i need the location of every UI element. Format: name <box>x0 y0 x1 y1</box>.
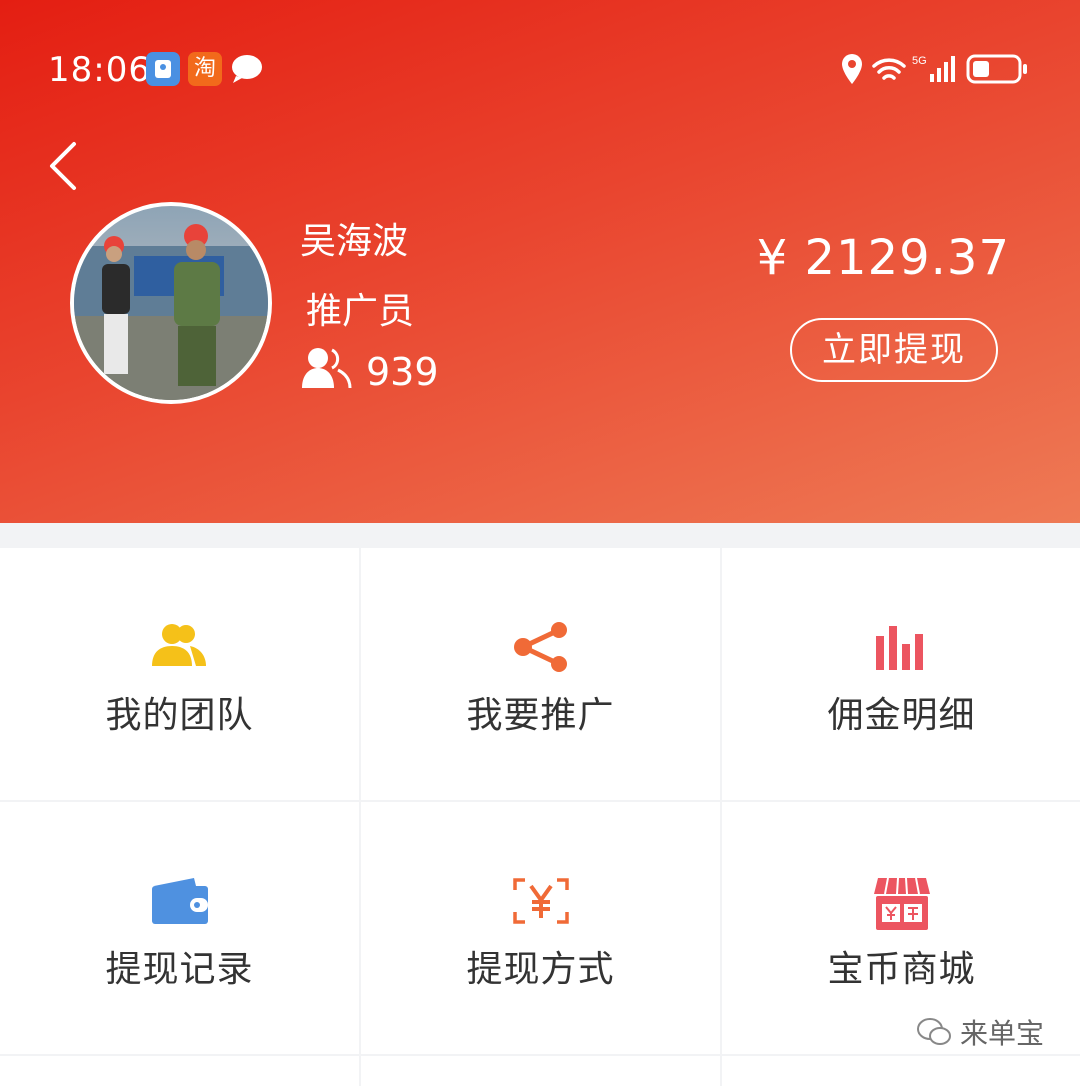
shop-icon <box>873 877 930 930</box>
status-bar: 18:06 淘 5G <box>0 40 1080 100</box>
watermark: 来单宝 <box>916 1012 1044 1052</box>
bar-chart-icon <box>875 626 923 670</box>
network-type-label: 5G <box>912 55 927 67</box>
battery-icon <box>966 54 1027 84</box>
wallet-icon <box>151 878 208 924</box>
menu-grid: 我的团队 我要推广 佣金明细 提现记录 提现方式 宝币商城 <box>0 548 1080 1086</box>
withdraw-now-button[interactable]: 立即提现 <box>790 318 998 382</box>
watermark-text: 来单宝 <box>959 1017 1044 1050</box>
chevron-left-icon <box>50 142 76 190</box>
menu-item-withdraw-records[interactable]: 提现记录 <box>0 802 359 1054</box>
chat-notification-icon <box>230 54 264 88</box>
location-icon <box>842 54 862 84</box>
menu-item-partial <box>361 1056 720 1086</box>
profile-header: 18:06 淘 5G 吴海波 推广员 939 ¥ 2129.37 立即提现 <box>0 0 1080 523</box>
menu-label: 提现方式 <box>466 949 615 990</box>
menu-item-partial <box>722 1056 1080 1086</box>
wifi-icon <box>872 58 906 80</box>
team-members-icon <box>300 344 354 396</box>
menu-label: 我的团队 <box>105 695 254 736</box>
back-button[interactable] <box>46 140 82 196</box>
menu-item-my-team[interactable]: 我的团队 <box>0 548 359 800</box>
balance-amount: ¥ 2129.37 <box>756 230 1010 286</box>
menu-item-commission-detail[interactable]: 佣金明细 <box>722 548 1080 800</box>
menu-item-partial <box>0 1056 359 1086</box>
share-icon <box>513 622 567 672</box>
team-count: 939 <box>366 350 439 394</box>
menu-label: 提现记录 <box>105 949 254 990</box>
status-indicators: 5G <box>840 50 1040 90</box>
user-name: 吴海波 <box>300 221 409 262</box>
menu-label: 宝币商城 <box>827 949 976 990</box>
signal-icon <box>930 56 955 82</box>
user-role: 推广员 <box>306 291 415 332</box>
menu-label: 我要推广 <box>466 695 615 736</box>
yuan-scan-icon <box>512 878 569 924</box>
status-time: 18:06 <box>48 50 151 90</box>
taobao-notification-icon: 淘 <box>188 52 222 86</box>
wechat-icon <box>916 1018 951 1045</box>
avatar[interactable] <box>70 202 272 404</box>
menu-label: 佣金明细 <box>827 695 976 736</box>
team-icon <box>151 624 206 666</box>
menu-item-withdraw-method[interactable]: 提现方式 <box>361 802 720 1054</box>
app-notification-icon <box>146 52 180 86</box>
menu-item-promote[interactable]: 我要推广 <box>361 548 720 800</box>
